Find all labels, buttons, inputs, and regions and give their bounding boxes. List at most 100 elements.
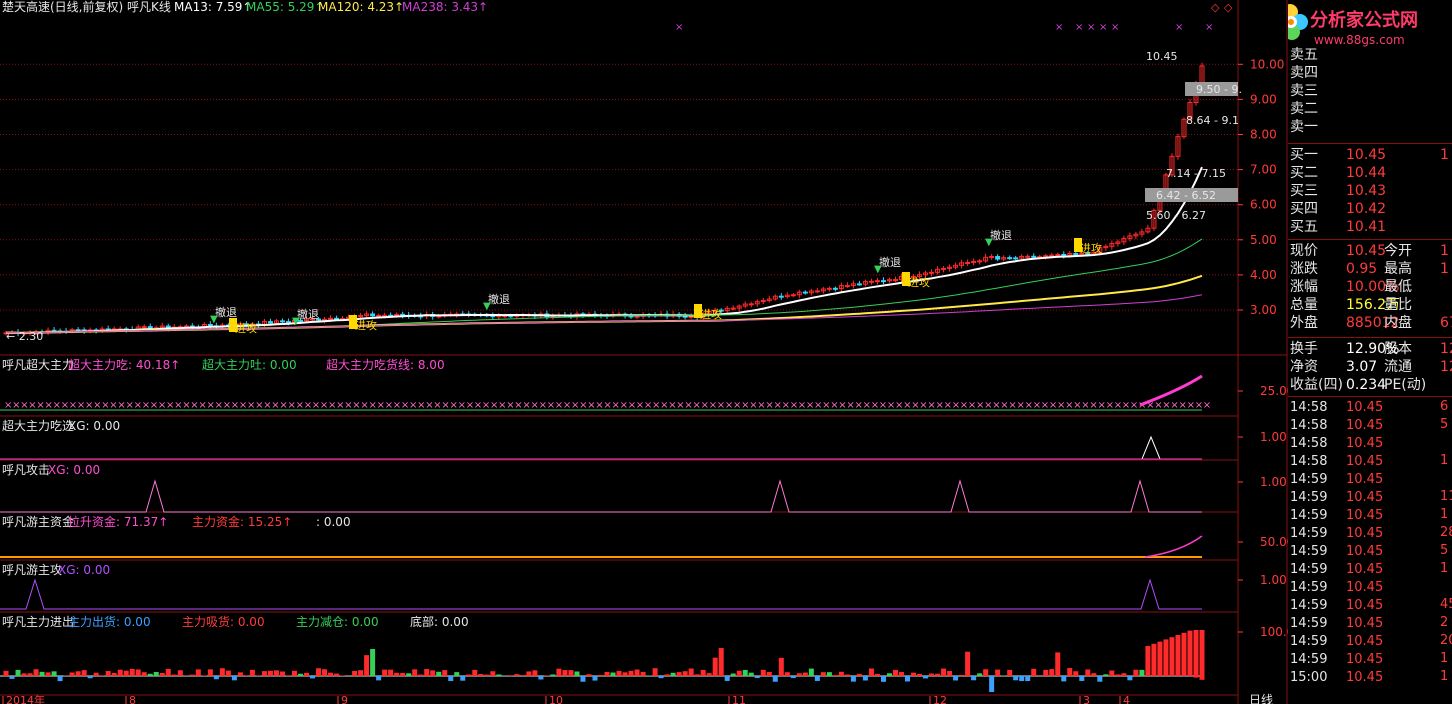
flow-bar — [892, 669, 898, 676]
flow-bar — [959, 674, 965, 676]
flow-bar — [111, 673, 117, 676]
tick-price: 10.45 — [1346, 616, 1384, 631]
price-label: 4.00 — [1250, 268, 1277, 282]
x-marker: × — [675, 22, 683, 33]
candle-body — [832, 287, 838, 290]
down-arrow-icon: ▼ — [210, 314, 218, 325]
panel-line — [1144, 535, 1203, 558]
candle-body — [1013, 257, 1019, 260]
flow-bar — [1025, 676, 1031, 682]
flow-bar — [1061, 676, 1067, 682]
date-label: 10 — [549, 694, 563, 704]
candle-body — [880, 280, 886, 283]
tick-row: 14:58 10.45 — [1290, 434, 1416, 452]
tick-row: 14:58 10.45 1 — [1290, 452, 1448, 470]
sell-label: 卖三 — [1290, 83, 1318, 99]
quote-label: 最低 — [1384, 279, 1412, 295]
flow-bar — [1019, 676, 1025, 682]
tick-price: 10.45 — [1346, 526, 1384, 541]
flow-bar — [850, 676, 856, 682]
diamond-icon: ◇ — [1211, 1, 1220, 14]
flow-bar — [664, 674, 670, 676]
quote-row: 总量 156.2万 量比 — [1290, 296, 1412, 314]
flow-bar — [844, 674, 850, 676]
tick-row: 14:59 10.45 45 — [1290, 596, 1452, 614]
tick-time: 14:59 — [1290, 508, 1328, 523]
panel-attack: 呼凡攻击XG: 0.00 1.00 — [2, 463, 1287, 489]
date-label: 2014年 — [6, 693, 45, 704]
quote-value: 1 — [1440, 243, 1449, 259]
flow-bar — [616, 670, 622, 676]
flow-bar — [706, 673, 712, 676]
kline-chart[interactable]: 楚天高速(日线,前复权) 呼凡K线 MA13: 7.59↑MA55: 5.29↑… — [0, 0, 1452, 704]
tick-price: 10.45 — [1346, 400, 1384, 415]
tick-time: 14:59 — [1290, 598, 1328, 613]
sell-row: 卖二 — [1290, 100, 1346, 118]
candle-body — [376, 314, 382, 317]
date-label: 11 — [732, 694, 746, 704]
flow-bar — [231, 676, 237, 681]
buy-label: 买三 — [1290, 183, 1318, 199]
panel-label: 主力吸货: 0.00 — [182, 614, 265, 629]
flow-bar — [1187, 630, 1193, 676]
flow-bar — [700, 669, 706, 676]
quote-row: 现价 10.45 今开 1 — [1290, 242, 1449, 260]
quote-label: 涨跌 — [1290, 261, 1318, 277]
flow-bar — [971, 676, 977, 681]
tick-price: 10.45 — [1346, 436, 1384, 451]
quote-value: 10.45 — [1346, 243, 1387, 259]
flow-bar — [310, 676, 316, 679]
panel-label: 底部: 0.00 — [410, 614, 469, 629]
flow-bar — [634, 669, 640, 676]
period-label: 日线 — [1249, 693, 1273, 704]
panel-label: 呼凡游主攻 — [2, 563, 62, 577]
candle-body — [977, 260, 983, 263]
x-marker: × — [1087, 22, 1095, 33]
panel-label: 拉升资金: 71.37↑ — [68, 514, 168, 529]
flow-bar — [838, 671, 844, 676]
flow-bar — [550, 674, 556, 676]
flow-bar — [394, 672, 400, 676]
chip-label: 8.64 - 9.1 — [1186, 114, 1239, 127]
panel-super-select: 超大主力吃选XG: 0.00 1.00 — [2, 418, 1287, 444]
tick-volume: 1 — [1440, 507, 1449, 522]
flow-bar — [646, 675, 652, 676]
flow-bar — [1139, 669, 1145, 676]
flow-bar — [201, 675, 207, 676]
tick-time: 14:59 — [1290, 526, 1328, 541]
tick-volume: 1 — [1440, 669, 1449, 684]
flow-bar — [171, 674, 177, 676]
tick-time: 14:59 — [1290, 580, 1328, 595]
attack-signal: 进攻 — [700, 307, 722, 321]
flow-bar — [39, 671, 45, 676]
quote-label: 最高 — [1384, 261, 1412, 277]
flow-bar — [442, 670, 448, 676]
flow-bar — [983, 669, 989, 676]
flow-bar — [388, 669, 394, 676]
date-label: 8 — [129, 694, 136, 704]
flow-bar — [1175, 635, 1181, 676]
buy-label: 买四 — [1290, 201, 1318, 217]
flow-bar — [802, 672, 808, 676]
flow-bar — [135, 669, 141, 676]
flow-bar — [917, 673, 923, 676]
flow-bar — [1055, 652, 1061, 676]
flow-bar — [532, 670, 538, 676]
attack-signal: 进攻 — [908, 275, 930, 289]
tick-time: 14:58 — [1290, 418, 1328, 433]
retreat-signal: 撤退 — [215, 305, 237, 319]
tick-price: 10.45 — [1346, 508, 1384, 523]
flow-bar — [808, 668, 814, 676]
flow-bar — [123, 670, 129, 676]
flow-bar — [730, 673, 736, 676]
gridlines — [0, 63, 1238, 311]
price-label: 9.00 — [1250, 92, 1277, 106]
flow-bar — [255, 675, 261, 676]
flow-bar — [1043, 669, 1049, 676]
flow-bar — [1115, 674, 1121, 676]
flow-bar — [1109, 670, 1115, 676]
candle-body — [267, 321, 273, 324]
price-label: 10.00 — [1250, 57, 1284, 71]
tick-volume: 2 — [1440, 615, 1449, 630]
tick-volume: 28 — [1440, 525, 1452, 540]
